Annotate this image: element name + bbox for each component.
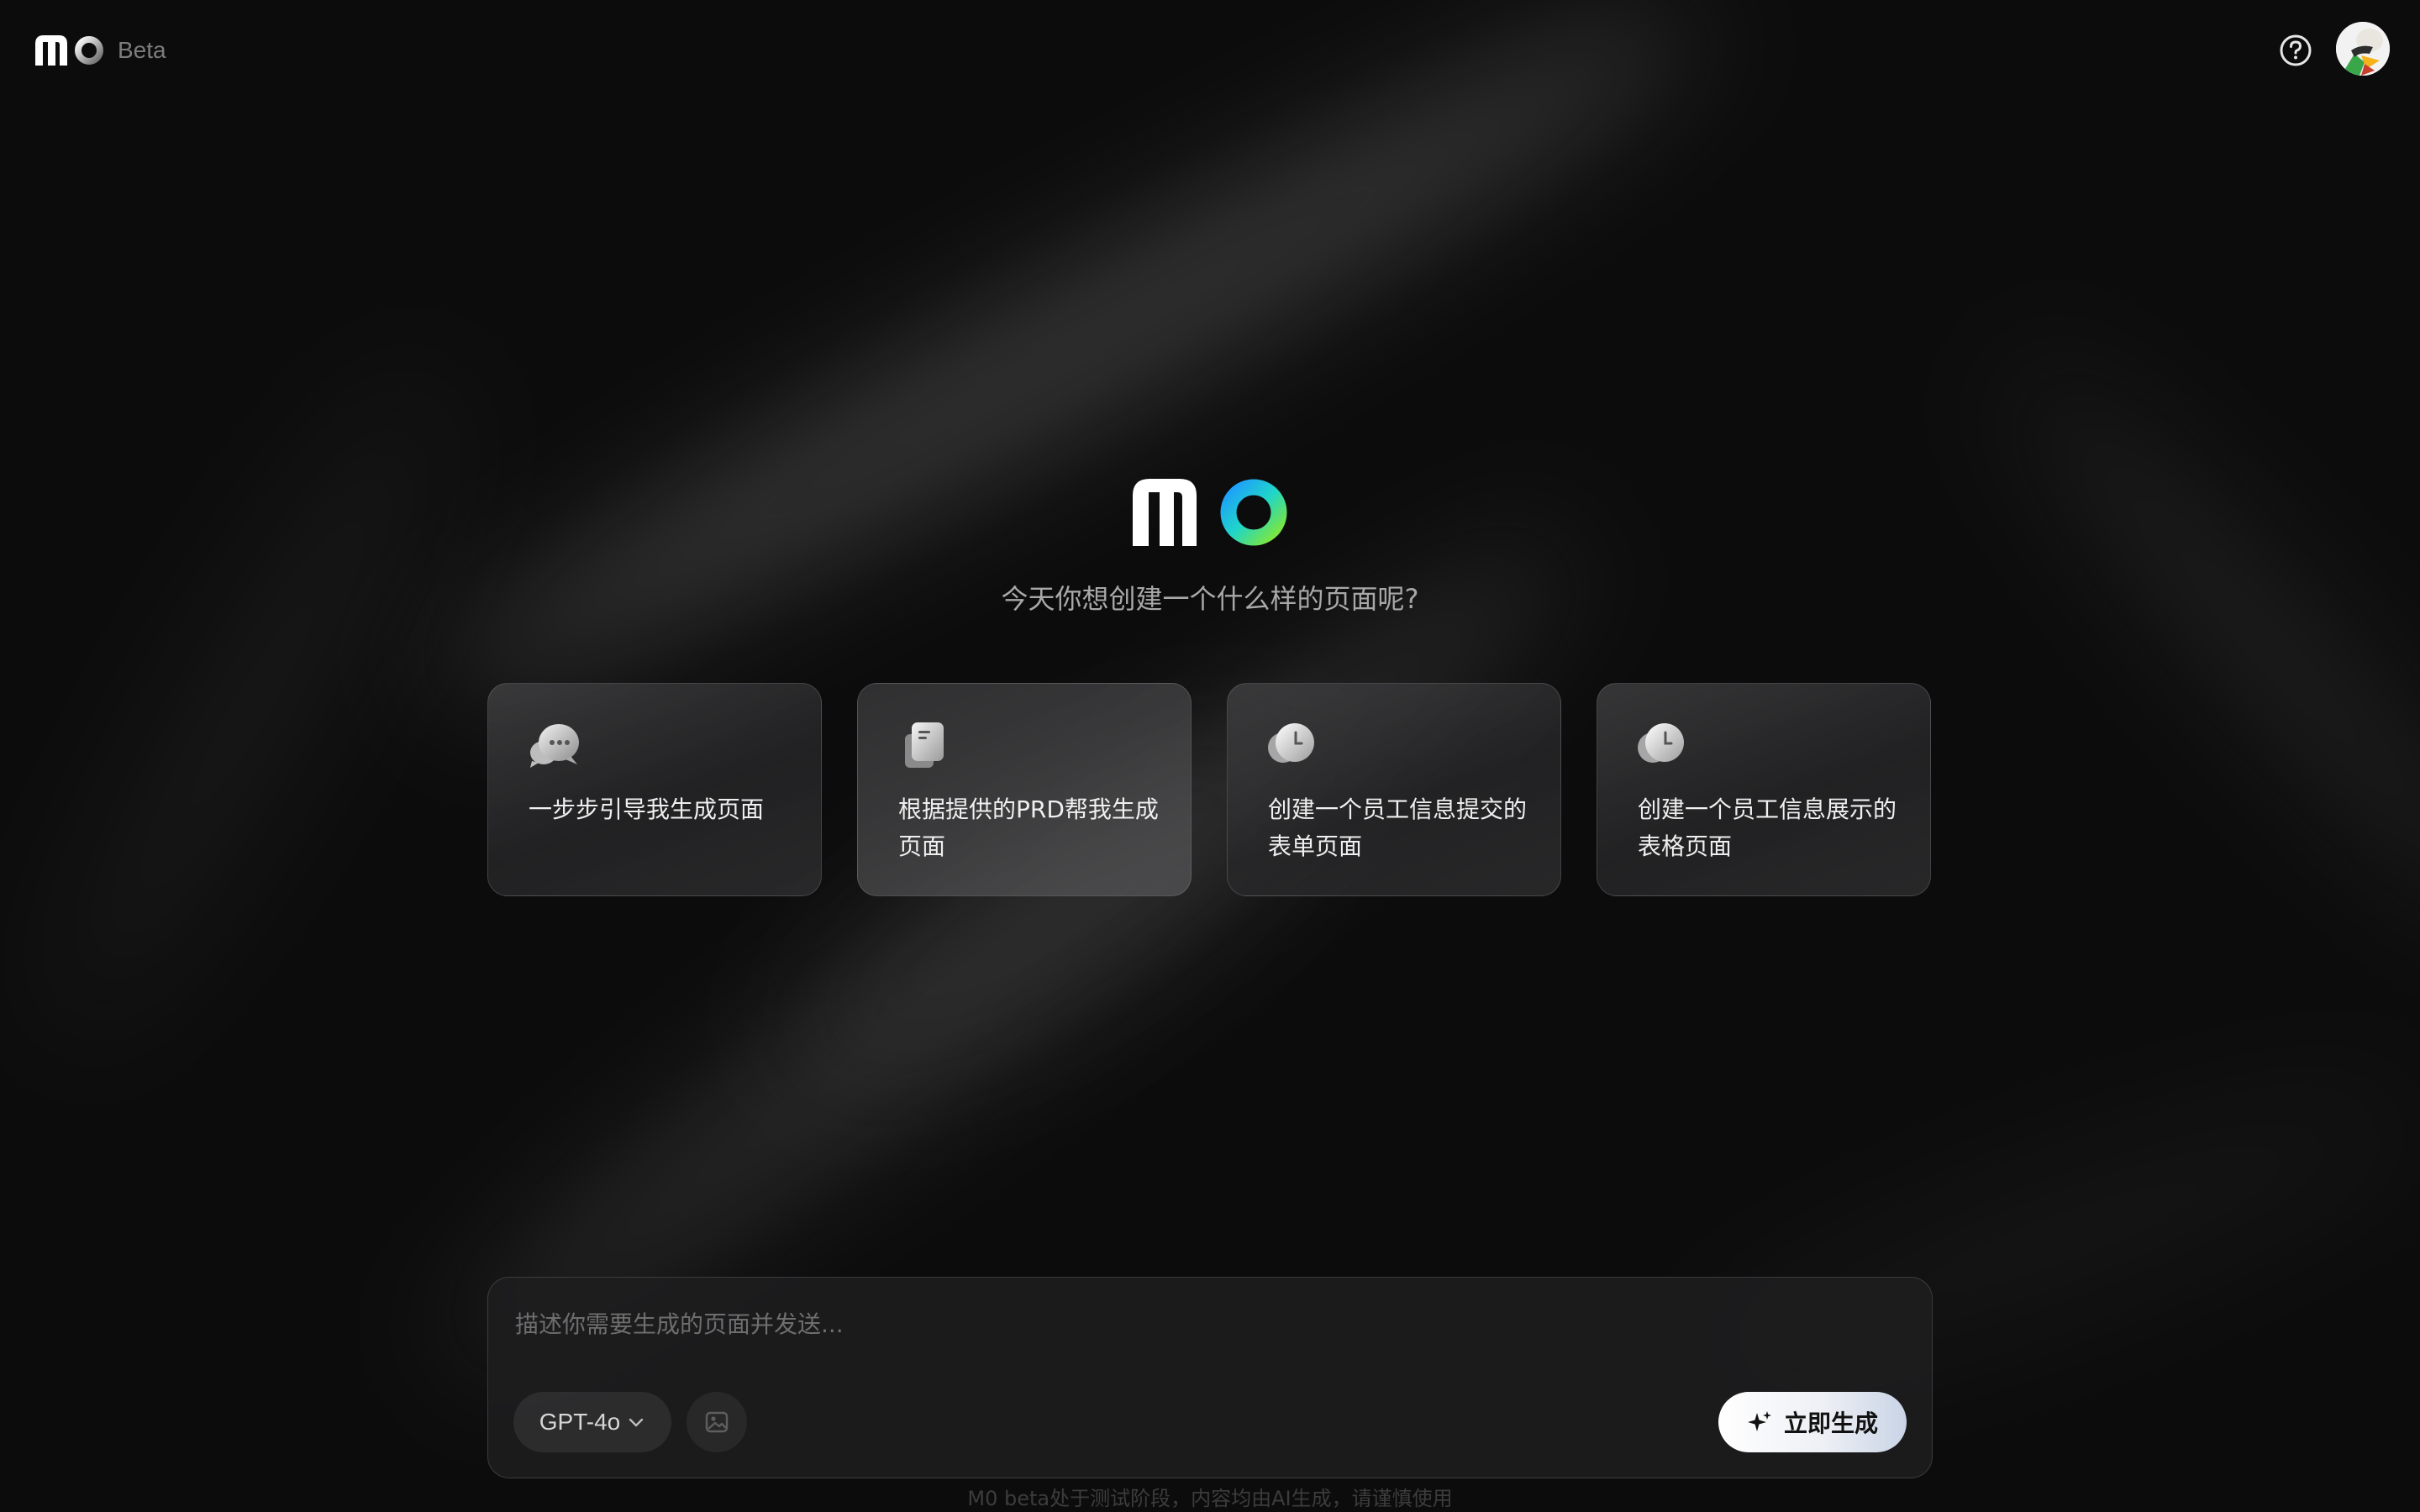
image-icon: [705, 1411, 729, 1433]
background-glow: [1971, 326, 2420, 968]
suggestion-cards: 一步步引导我生成页面 根据提供的PRD帮我生成页面 创建一个员工信息提交的表单页…: [487, 683, 1933, 898]
avatar-image: [2336, 22, 2390, 76]
disclaimer-text: M0 beta处于测试阶段，内容均由AI生成，请谨慎使用: [967, 1487, 1453, 1510]
suggestion-text: 创建一个员工信息提交的表单页面: [1268, 795, 1528, 860]
suggestion-text: 根据提供的PRD帮我生成页面: [898, 795, 1159, 860]
prompt-composer: GPT-4o 立即生成: [487, 1277, 1933, 1478]
user-avatar[interactable]: [2336, 22, 2390, 76]
model-select[interactable]: GPT-4o: [513, 1392, 671, 1452]
m0-hero-logo: M0: [1133, 479, 1287, 546]
document-icon: [905, 722, 944, 768]
top-bar: M0 Beta: [0, 0, 2420, 101]
suggestion-card-guide[interactable]: 一步步引导我生成页面: [487, 683, 822, 896]
generate-button[interactable]: 立即生成: [1718, 1392, 1907, 1452]
suggestion-card-form[interactable]: 创建一个员工信息提交的表单页面: [1227, 683, 1561, 896]
background-glow: [4, 344, 500, 1067]
suggestion-text: 创建一个员工信息展示的表格页面: [1638, 795, 1897, 860]
m0-logo: M0: [35, 35, 103, 66]
generate-label: 立即生成: [1783, 1410, 1878, 1436]
background-glow: [401, 0, 1733, 755]
question-circle-icon: [2280, 34, 2312, 66]
chat-bubbles-icon: [530, 724, 579, 768]
hero-title: 今天你想创建一个什么样的页面呢?: [1001, 583, 1419, 615]
brand[interactable]: M0 Beta: [34, 32, 166, 69]
beta-label: Beta: [118, 37, 166, 63]
suggestion-card-table[interactable]: 创建一个员工信息展示的表格页面: [1597, 683, 1931, 896]
model-label: GPT-4o: [539, 1409, 621, 1435]
help-button[interactable]: [2279, 34, 2312, 67]
clock-icon: [1268, 723, 1314, 763]
prompt-input[interactable]: [513, 1298, 1895, 1350]
chevron-down-icon: [629, 1418, 644, 1427]
upload-image-button[interactable]: [687, 1392, 747, 1452]
suggestion-text: 一步步引导我生成页面: [529, 795, 765, 823]
sparkle-icon: [1747, 1411, 1771, 1431]
app-root: M0 Beta: [0, 0, 2420, 1512]
suggestion-card-prd[interactable]: 根据提供的PRD帮我生成页面: [857, 683, 1192, 896]
clock-icon: [1638, 723, 1684, 763]
